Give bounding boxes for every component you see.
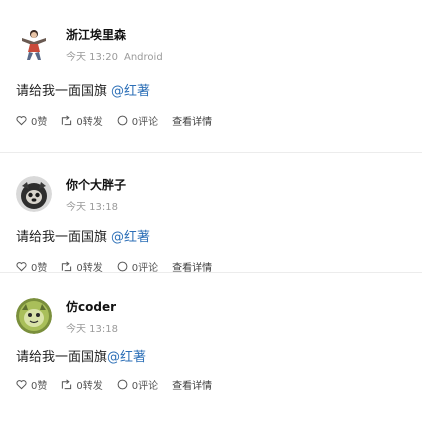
like-count: 0赞 [31, 116, 48, 128]
dancer-avatar-icon[interactable] [16, 26, 52, 62]
forward-count: 0转发 [76, 116, 103, 128]
forward-count: 0转发 [76, 380, 103, 392]
post-content: 请给我一面国旗@红著 [16, 80, 150, 99]
comment-button[interactable]: 0评论 [117, 377, 158, 392]
view-detail-link[interactable]: 查看详情 [172, 377, 212, 392]
post-text: 请给我一面国旗 [16, 230, 108, 245]
post-content: 请给我一面国旗@红著 [16, 226, 150, 245]
creature-avatar-icon[interactable] [16, 298, 52, 334]
comment-icon [117, 115, 128, 125]
mention-link[interactable]: @红著 [107, 350, 146, 365]
post-meta: 今天 13:18 [66, 198, 118, 213]
divider [0, 152, 422, 153]
divider [0, 272, 422, 273]
comment-button[interactable]: 0评论 [117, 113, 158, 128]
forward-icon [62, 115, 72, 125]
comment-icon [117, 379, 128, 389]
username[interactable]: 仿coder [66, 298, 116, 315]
dog-avatar-icon[interactable] [16, 176, 52, 212]
heart-icon [16, 261, 27, 271]
post-time: 今天 13:18 [66, 202, 118, 213]
like-button[interactable]: 0赞 [16, 113, 47, 128]
forward-icon [62, 261, 72, 271]
mention-link[interactable]: @红著 [111, 84, 150, 99]
forward-icon [62, 379, 72, 389]
comment-icon [117, 261, 128, 271]
post-time: 今天 13:20 [66, 52, 118, 63]
heart-icon [16, 115, 27, 125]
post-text: 请给我一面国旗 [16, 350, 108, 365]
comment-count: 0评论 [131, 116, 159, 128]
post-text: 请给我一面国旗 [16, 84, 108, 99]
username[interactable]: 浙江埃里森 [66, 26, 126, 43]
forward-button[interactable]: 0转发 [61, 377, 103, 392]
post-content: 请给我一面国旗@红著 [16, 346, 146, 365]
post-time: 今天 13:18 [66, 324, 118, 335]
weibo-feed: 浙江埃里森 今天 13:20 Android 请给我一面国旗 @红著 0赞 0转发 [0, 0, 422, 440]
post-source: Android [124, 52, 163, 63]
post-actions: 0赞 0转发 0评论 查看详情 [16, 112, 226, 128]
heart-icon [16, 379, 27, 389]
like-count: 0赞 [31, 380, 48, 392]
forward-button[interactable]: 0转发 [61, 113, 103, 128]
mention-link[interactable]: @红著 [111, 230, 150, 245]
post-meta: 今天 13:20 Android [66, 48, 163, 63]
like-button[interactable]: 0赞 [16, 377, 47, 392]
comment-count: 0评论 [131, 380, 159, 392]
username[interactable]: 你个大胖子 [66, 176, 126, 193]
view-detail-link[interactable]: 查看详情 [172, 113, 212, 128]
post-meta: 今天 13:18 [66, 320, 118, 335]
post-actions: 0赞 0转发 0评论 查看详情 [16, 376, 226, 392]
